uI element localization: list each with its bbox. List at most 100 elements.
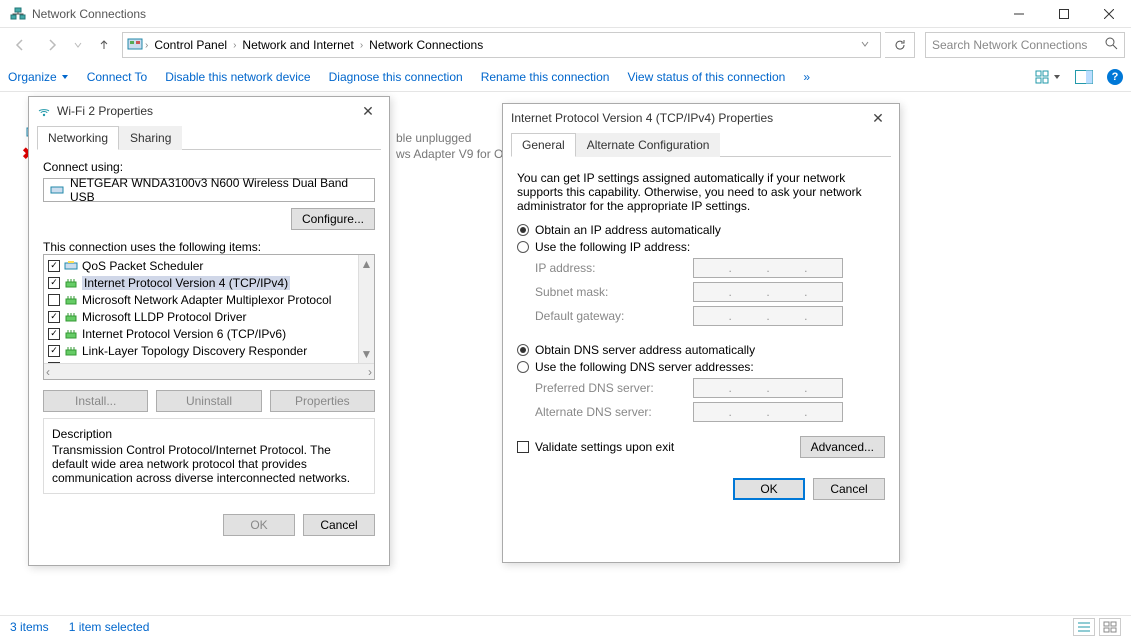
details-view-button[interactable] <box>1073 618 1095 636</box>
ip-address-input: ... <box>693 258 843 278</box>
ok-button[interactable]: OK <box>733 478 805 500</box>
uninstall-button[interactable]: Uninstall <box>156 390 261 412</box>
back-button[interactable] <box>6 32 34 58</box>
toolbar-overflow[interactable]: » <box>803 70 810 84</box>
radio-icon <box>517 361 529 373</box>
maximize-button[interactable] <box>1041 0 1086 27</box>
protocol-icon <box>64 277 78 289</box>
list-item[interactable]: ✓ Link-Layer Topology Discovery Responder <box>46 342 372 359</box>
advanced-button[interactable]: Advanced... <box>800 436 885 458</box>
tab-row: General Alternate Configuration <box>511 132 891 157</box>
large-icons-view-button[interactable] <box>1099 618 1121 636</box>
checkbox-icon[interactable]: ✓ <box>48 345 60 357</box>
search-input[interactable]: Search Network Connections <box>925 32 1125 58</box>
description-text: Transmission Control Protocol/Internet P… <box>52 443 366 485</box>
organize-menu[interactable]: Organize <box>8 70 69 84</box>
list-item[interactable]: ✓QoS Packet Scheduler <box>46 257 372 274</box>
tab-sharing[interactable]: Sharing <box>119 126 182 150</box>
toolbar: Organize Connect To Disable this network… <box>0 62 1131 92</box>
list-item[interactable]: ✓ Microsoft LLDP Protocol Driver <box>46 308 372 325</box>
validate-checkbox[interactable]: Validate settings upon exit <box>517 440 674 454</box>
checkbox-icon[interactable]: ✓ <box>48 328 60 340</box>
panel-icon <box>127 36 143 55</box>
protocol-icon <box>64 311 78 323</box>
crumb-item[interactable]: Control Panel <box>150 38 231 52</box>
status-selected-count: 1 item selected <box>69 620 150 634</box>
scrollbar-vertical[interactable]: ▲▼ <box>358 255 374 363</box>
list-item-label: Microsoft Network Adapter Multiplexor Pr… <box>82 293 331 307</box>
items-label: This connection uses the following items… <box>43 240 375 254</box>
disable-device-button[interactable]: Disable this network device <box>165 70 310 84</box>
radio-ip-manual[interactable]: Use the following IP address: <box>517 240 885 254</box>
cancel-button[interactable]: Cancel <box>813 478 885 500</box>
chevron-right-icon[interactable]: › <box>145 40 148 51</box>
adapter-field[interactable]: NETGEAR WNDA3100v3 N600 Wireless Dual Ba… <box>43 178 375 202</box>
view-mode-button[interactable] <box>1035 66 1061 88</box>
list-item-label: Link-Layer Topology Discovery Responder <box>82 344 307 358</box>
list-item-label: Microsoft LLDP Protocol Driver <box>82 310 247 324</box>
list-item[interactable]: ✓ Internet Protocol Version 4 (TCP/IPv4) <box>46 274 372 291</box>
items-listbox[interactable]: ✓QoS Packet Scheduler✓Internet Protocol … <box>43 254 375 380</box>
address-dropdown[interactable] <box>854 38 876 52</box>
checkbox-icon[interactable]: ✓ <box>48 277 60 289</box>
diagnose-button[interactable]: Diagnose this connection <box>329 70 463 84</box>
connect-to-button[interactable]: Connect To <box>87 70 148 84</box>
intro-text: You can get IP settings assigned automat… <box>517 171 885 213</box>
up-button[interactable] <box>90 32 118 58</box>
protocol-icon <box>64 345 78 357</box>
subnet-mask-input: ... <box>693 282 843 302</box>
adapter-icon <box>50 182 64 199</box>
checkbox-icon[interactable]: ✓ <box>48 260 60 272</box>
tab-networking[interactable]: Networking <box>37 126 119 150</box>
properties-button[interactable]: Properties <box>270 390 375 412</box>
bg-text: ble unplugged ws Adapter V9 for Op <box>396 130 510 162</box>
ok-button[interactable]: OK <box>223 514 295 536</box>
scrollbar-horizontal[interactable]: ‹› <box>44 363 374 379</box>
radio-dns-auto[interactable]: Obtain DNS server address automatically <box>517 343 885 357</box>
close-button[interactable]: ✕ <box>355 100 381 122</box>
address-bar[interactable]: › Control Panel › Network and Internet ›… <box>122 32 881 58</box>
rename-button[interactable]: Rename this connection <box>481 70 610 84</box>
refresh-button[interactable] <box>885 32 915 58</box>
radio-ip-auto[interactable]: Obtain an IP address automatically <box>517 223 885 237</box>
adapter-name: NETGEAR WNDA3100v3 N600 Wireless Dual Ba… <box>70 176 368 204</box>
radio-icon <box>517 241 529 253</box>
preview-pane-button[interactable] <box>1071 66 1097 88</box>
cancel-button[interactable]: Cancel <box>303 514 375 536</box>
list-item-label: Internet Protocol Version 4 (TCP/IPv4) <box>82 276 290 290</box>
chevron-right-icon[interactable]: › <box>233 40 236 51</box>
preferred-dns-label: Preferred DNS server: <box>535 381 685 395</box>
list-item[interactable]: Microsoft Network Adapter Multiplexor Pr… <box>46 291 372 308</box>
install-button[interactable]: Install... <box>43 390 148 412</box>
dialog-title: Wi-Fi 2 Properties <box>57 104 153 118</box>
tab-general[interactable]: General <box>511 133 576 157</box>
configure-button[interactable]: Configure... <box>291 208 375 230</box>
close-button[interactable] <box>1086 0 1131 27</box>
checkbox-icon[interactable]: ✓ <box>48 311 60 323</box>
list-item-label: Internet Protocol Version 6 (TCP/IPv6) <box>82 327 286 341</box>
close-button[interactable]: ✕ <box>865 107 891 129</box>
crumb-item[interactable]: Network Connections <box>365 38 487 52</box>
crumb-item[interactable]: Network and Internet <box>238 38 357 52</box>
search-icon <box>1105 37 1118 53</box>
tab-alternate-config[interactable]: Alternate Configuration <box>576 133 721 157</box>
adapter-icon <box>64 260 78 272</box>
radio-dns-manual[interactable]: Use the following DNS server addresses: <box>517 360 885 374</box>
minimize-button[interactable] <box>996 0 1041 27</box>
ip-address-label: IP address: <box>535 261 685 275</box>
forward-button[interactable] <box>38 32 66 58</box>
chevron-right-icon[interactable]: › <box>360 40 363 51</box>
wifi-icon <box>37 103 51 120</box>
checkbox-icon[interactable] <box>48 294 60 306</box>
search-placeholder: Search Network Connections <box>932 38 1087 52</box>
recent-dropdown[interactable] <box>70 32 86 58</box>
view-status-button[interactable]: View status of this connection <box>627 70 785 84</box>
preferred-dns-input: ... <box>693 378 843 398</box>
ipv4-properties-dialog: Internet Protocol Version 4 (TCP/IPv4) P… <box>502 103 900 563</box>
checkbox-icon <box>517 441 529 453</box>
list-item[interactable]: ✓ Internet Protocol Version 6 (TCP/IPv6) <box>46 325 372 342</box>
status-bar: 3 items 1 item selected <box>0 615 1131 637</box>
navbar: › Control Panel › Network and Internet ›… <box>0 28 1131 62</box>
tab-row: Networking Sharing <box>37 125 381 150</box>
help-button[interactable]: ? <box>1107 69 1123 85</box>
